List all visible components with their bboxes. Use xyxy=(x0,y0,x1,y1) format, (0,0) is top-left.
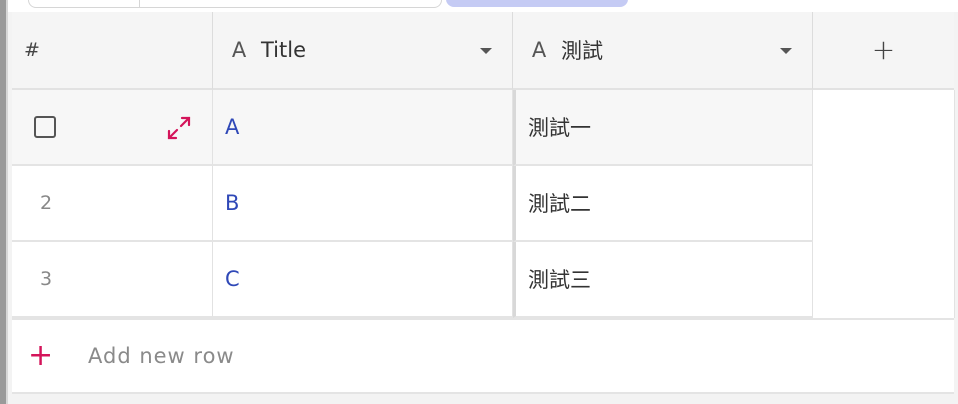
text-type-icon: A xyxy=(231,38,247,62)
data-grid: # A Title A 測試 + A 測試一 2 B 測試二 3 C 測試三 +… xyxy=(12,12,955,404)
grid-view: # A Title A 測試 + A 測試一 2 B 測試二 3 C 測試三 +… xyxy=(0,0,958,404)
toolbar-primary-button[interactable] xyxy=(446,0,628,7)
table-row-2-test[interactable]: 測試二 xyxy=(513,166,813,242)
header-test-column[interactable]: A 測試 xyxy=(513,12,813,90)
table-row-1-title[interactable]: A xyxy=(213,90,513,166)
row-select-checkbox[interactable] xyxy=(34,116,56,138)
header-title-column[interactable]: A Title xyxy=(213,12,513,90)
header-row-number: # xyxy=(12,12,213,90)
table-row-2-title[interactable]: B xyxy=(213,166,513,242)
cell-title: C xyxy=(225,267,240,291)
cell-title: A xyxy=(225,115,240,139)
row-number-header-label: # xyxy=(24,39,40,61)
cell-title: B xyxy=(225,191,240,215)
row-number: 3 xyxy=(40,268,53,290)
add-new-row-button[interactable]: + Add new row xyxy=(12,318,954,394)
plus-icon: + xyxy=(871,33,896,66)
toolbar-search-box[interactable] xyxy=(28,0,442,8)
search-box-divider xyxy=(139,0,140,7)
test-column-label: 測試 xyxy=(561,39,603,63)
title-column-label: Title xyxy=(261,38,307,62)
cell-test: 測試一 xyxy=(528,116,591,140)
row-number: 2 xyxy=(40,192,53,214)
table-row-3-number[interactable]: 3 xyxy=(12,242,213,318)
cell-test: 測試三 xyxy=(528,268,591,292)
plus-icon: + xyxy=(28,338,54,373)
table-row-1-number[interactable] xyxy=(12,90,213,166)
cell-test: 測試二 xyxy=(528,192,591,216)
add-column-button[interactable]: + xyxy=(813,12,954,90)
text-type-icon: A xyxy=(531,38,547,62)
chevron-down-icon[interactable] xyxy=(780,48,792,54)
table-row-2-number[interactable]: 2 xyxy=(12,166,213,242)
toolbar xyxy=(8,0,958,12)
left-panel-edge xyxy=(0,0,8,404)
chevron-down-icon[interactable] xyxy=(480,48,492,54)
add-new-row-label: Add new row xyxy=(88,344,235,368)
expand-icon[interactable] xyxy=(166,115,192,141)
table-row-3-title[interactable]: C xyxy=(213,242,513,318)
table-row-3-test[interactable]: 測試三 xyxy=(513,242,813,318)
table-row-1-test[interactable]: 測試一 xyxy=(513,90,813,166)
empty-column-area xyxy=(813,90,955,318)
